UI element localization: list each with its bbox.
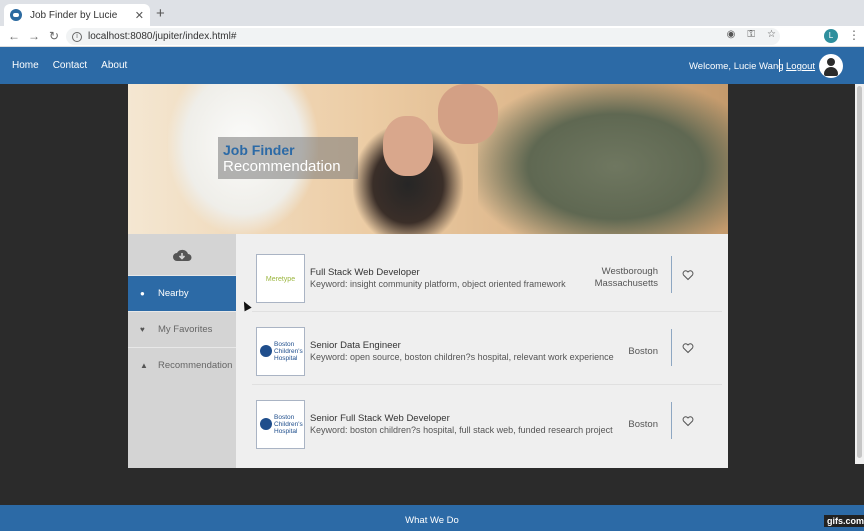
list-item[interactable]: Boston Children's Hospital Senior Full S… — [250, 396, 718, 454]
job-keywords: Keyword: boston children?s hospital, ful… — [310, 425, 613, 435]
job-location: Boston — [628, 419, 658, 430]
hospital-logo: Boston Children's Hospital — [256, 327, 305, 376]
job-keywords: Keyword: open source, boston children?s … — [310, 352, 614, 362]
heart-icon: ♥ — [140, 325, 145, 334]
nav-separator — [779, 59, 780, 72]
job-list: Meretype Full Stack Web Developer Keywor… — [236, 234, 728, 468]
svg-text:Boston: Boston — [274, 341, 295, 348]
svg-text:Children's: Children's — [274, 421, 303, 428]
address-bar[interactable]: i localhost:8080/jupiter/index.html# ◉ ⚿… — [66, 28, 780, 45]
job-title[interactable]: Full Stack Web Developer — [310, 267, 420, 278]
job-title[interactable]: Senior Data Engineer — [310, 340, 401, 351]
nav-contact-link[interactable]: Contact — [53, 60, 87, 71]
tab-favicon-icon — [10, 9, 22, 21]
cloud-download-button[interactable] — [128, 234, 236, 275]
info-icon[interactable]: i — [72, 31, 82, 42]
key-icon[interactable]: ⚿ — [747, 29, 755, 40]
logout-link[interactable]: Logout — [786, 61, 815, 72]
sidebar-item-label: Recommendation — [158, 360, 233, 371]
browser-toolbar: ← → ↻ i localhost:8080/jupiter/index.htm… — [0, 26, 864, 47]
back-icon[interactable]: ← — [4, 29, 24, 43]
list-item[interactable]: Meretype Full Stack Web Developer Keywor… — [250, 250, 718, 308]
sidebar-item-label: Nearby — [158, 288, 189, 299]
footer-what-we-do[interactable]: What We Do — [405, 515, 459, 526]
browser-tab-bar: Job Finder by Lucie ✕ + — [0, 0, 864, 26]
browser-tab[interactable]: Job Finder by Lucie ✕ — [4, 4, 150, 26]
sidebar: ● Nearby ♥ My Favorites ▲ Recommendation — [128, 234, 236, 468]
hero-title-line1: Job Finder — [223, 142, 295, 158]
svg-text:Meretype: Meretype — [266, 276, 295, 283]
hero-title-line2: Recommendation — [223, 158, 341, 175]
svg-text:Children's: Children's — [274, 348, 303, 355]
hospital-logo: Boston Children's Hospital — [256, 400, 305, 449]
job-location: Westborough Massachusetts — [594, 266, 658, 289]
tab-title: Job Finder by Lucie — [30, 9, 118, 21]
favorite-heart-icon[interactable] — [682, 342, 694, 354]
list-item[interactable]: Boston Children's Hospital Senior Data E… — [250, 323, 718, 381]
reload-icon[interactable]: ↻ — [44, 29, 64, 43]
svg-text:Hospital: Hospital — [274, 428, 298, 435]
tab-close-icon[interactable]: ✕ — [135, 9, 144, 22]
sidebar-item-nearby[interactable]: ● Nearby — [128, 275, 236, 311]
row-divider — [252, 311, 722, 312]
company-logo: Meretype — [256, 254, 305, 303]
thumbs-up-icon: ▲ — [140, 361, 148, 370]
divider — [671, 402, 672, 439]
new-tab-icon[interactable]: + — [156, 5, 165, 22]
location-icon[interactable]: ◉ — [727, 29, 736, 40]
job-location: Boston — [628, 346, 658, 357]
row-divider — [252, 384, 722, 385]
favorite-heart-icon[interactable] — [682, 415, 694, 427]
welcome-text: Welcome, Lucie Wang — [689, 61, 784, 72]
sidebar-item-my-favorites[interactable]: ♥ My Favorites — [128, 311, 236, 347]
watermark: gifs.com — [824, 515, 864, 527]
job-title[interactable]: Senior Full Stack Web Developer — [310, 413, 450, 424]
divider — [671, 329, 672, 366]
browser-menu-icon[interactable]: ⋮ — [848, 28, 860, 42]
favorite-heart-icon[interactable] — [682, 269, 694, 281]
job-keywords: Keyword: insight community platform, obj… — [310, 279, 566, 289]
sidebar-item-recommendation[interactable]: ▲ Recommendation — [128, 347, 236, 383]
scrollbar-thumb[interactable] — [857, 86, 862, 458]
forward-icon[interactable]: → — [24, 29, 44, 43]
nav-home-link[interactable]: Home — [12, 60, 39, 71]
nav-about-link[interactable]: About — [101, 60, 127, 71]
user-avatar-icon[interactable] — [819, 54, 843, 78]
divider — [671, 256, 672, 293]
hero-title-box: Job Finder Recommendation — [218, 137, 358, 179]
svg-text:Boston: Boston — [274, 414, 295, 421]
sidebar-item-label: My Favorites — [158, 324, 213, 335]
url-text: localhost:8080/jupiter/index.html# — [88, 31, 237, 42]
star-icon[interactable]: ☆ — [767, 29, 776, 40]
svg-text:Hospital: Hospital — [274, 355, 298, 362]
cloud-download-icon — [173, 249, 192, 261]
footer: What We Do — [0, 505, 864, 531]
browser-profile-avatar[interactable]: L — [824, 29, 838, 43]
map-marker-icon: ● — [140, 289, 145, 298]
